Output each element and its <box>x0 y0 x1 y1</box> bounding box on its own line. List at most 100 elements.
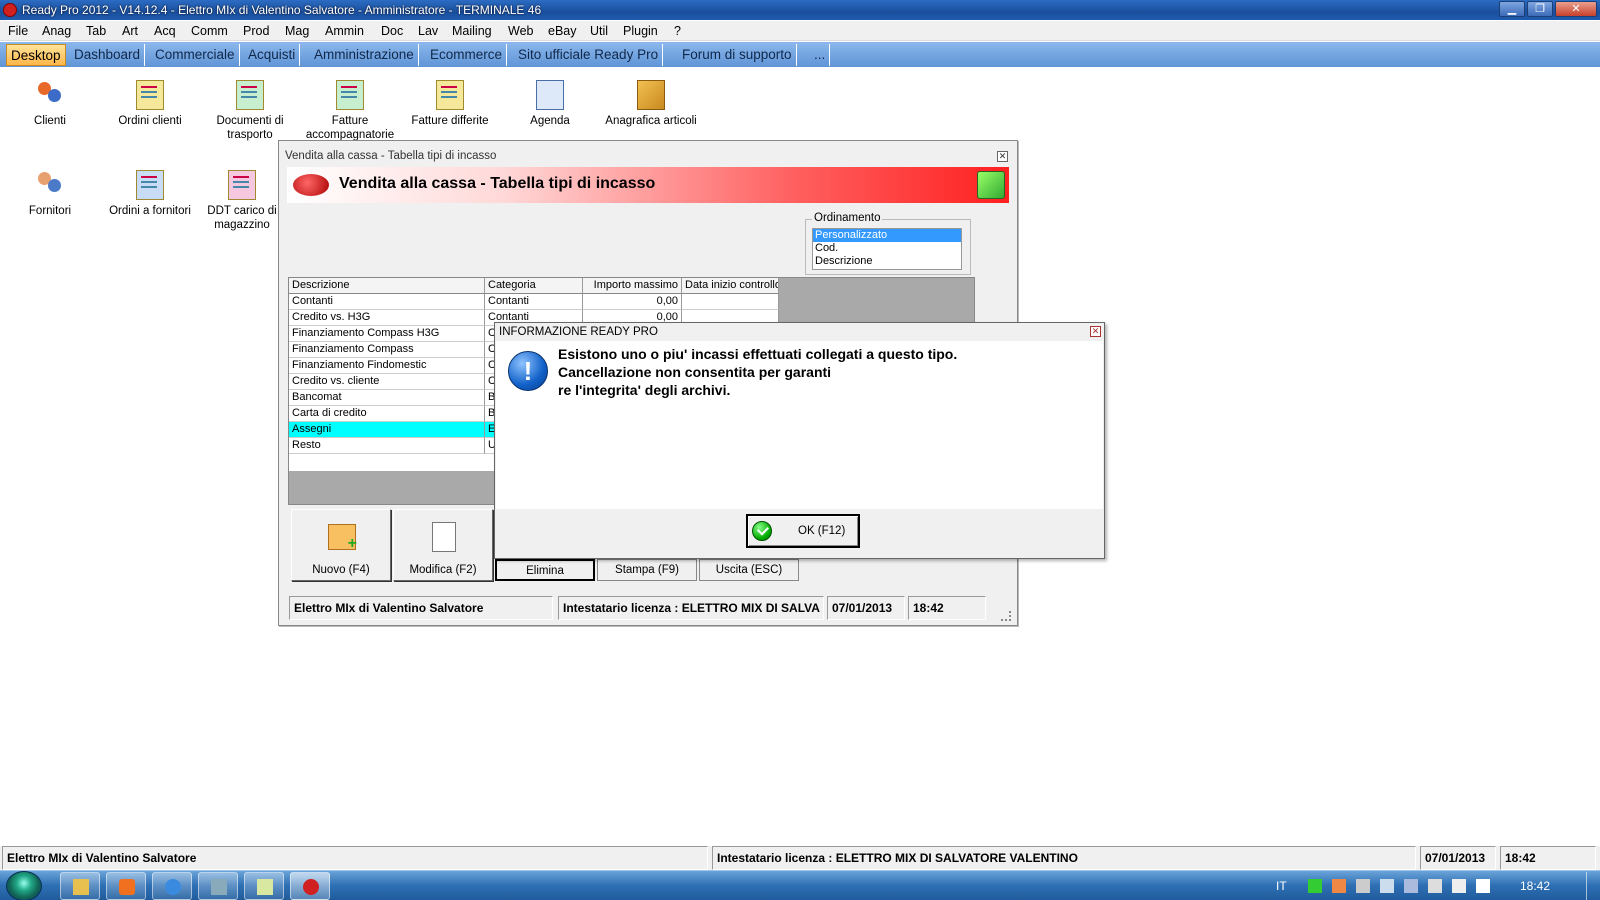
resize-grip[interactable] <box>1001 611 1011 621</box>
title-bar[interactable]: Ready Pro 2012 - V14.12.4 - Elettro MIx … <box>0 0 1600 20</box>
desktop-icon-ordini-fornitori[interactable]: Ordini a fornitori <box>104 170 196 218</box>
desktop-icon-fatture-accompagnatorie[interactable]: Fatture accompagnatorie <box>304 80 396 142</box>
document-icon <box>228 170 256 200</box>
volume-muted-icon[interactable] <box>1332 879 1346 893</box>
taskbar-explorer[interactable] <box>60 872 100 900</box>
status-time: 18:42 <box>908 596 986 620</box>
column-header-descrizione[interactable]: Descrizione <box>289 278 485 294</box>
security-icon[interactable] <box>1308 879 1322 893</box>
close-icon[interactable]: ✕ <box>997 151 1008 162</box>
menu-mag[interactable]: Mag <box>285 24 309 38</box>
menu-acq[interactable]: Acq <box>154 24 176 38</box>
edit-button[interactable]: Modifica (F2) <box>393 509 493 581</box>
maximize-button[interactable]: ❐ <box>1527 1 1553 17</box>
taskbar-internet-explorer[interactable] <box>152 872 192 900</box>
bluetooth-icon[interactable] <box>1404 879 1418 893</box>
app-icon[interactable] <box>3 3 17 17</box>
table-cell[interactable]: Finanziamento Compass H3G <box>289 326 485 342</box>
table-cell[interactable]: 0,00 <box>583 294 682 310</box>
tab-acquisti[interactable]: Acquisti <box>244 44 301 66</box>
ordinamento-option[interactable]: Personalizzato <box>813 229 961 242</box>
minimize-button[interactable]: ▁ <box>1499 1 1525 17</box>
delete-button[interactable]: Elimina <box>495 559 595 581</box>
desktop-icon-fatture-differite[interactable]: Fatture differite <box>404 80 496 128</box>
calendar-icon <box>536 80 564 110</box>
menu-doc[interactable]: Doc <box>381 24 403 38</box>
menu-comm[interactable]: Comm <box>191 24 228 38</box>
ok-button[interactable]: OK (F12) <box>746 514 860 548</box>
menu-mailing[interactable]: Mailing <box>452 24 492 38</box>
menu-web[interactable]: Web <box>508 24 533 38</box>
device-icon[interactable] <box>1356 879 1370 893</box>
tab-commerciale[interactable]: Commerciale <box>151 44 240 66</box>
menu-help[interactable]: ? <box>674 24 681 38</box>
tab-sito-ufficiale[interactable]: Sito ufficiale Ready Pro <box>514 44 664 66</box>
table-cell[interactable]: Credito vs. cliente <box>289 374 485 390</box>
tab-ecommerce[interactable]: Ecommerce <box>426 44 508 66</box>
window-title: Ready Pro 2012 - V14.12.4 - Elettro MIx … <box>22 3 542 17</box>
column-header-data[interactable]: Data inizio controllo <box>682 278 779 294</box>
table-cell[interactable]: Contanti <box>289 294 485 310</box>
signal-icon[interactable] <box>1428 879 1442 893</box>
menu-prod[interactable]: Prod <box>243 24 269 38</box>
table-cell[interactable]: Bancomat <box>289 390 485 406</box>
language-indicator[interactable]: IT <box>1276 879 1287 893</box>
ordinamento-option[interactable]: Cod. <box>813 242 961 255</box>
network-icon[interactable] <box>1380 879 1394 893</box>
close-icon[interactable]: ✕ <box>1090 326 1101 337</box>
exit-button[interactable]: Uscita (ESC) <box>699 559 799 581</box>
desktop-icon-clienti[interactable]: Clienti <box>4 80 96 128</box>
desktop-icon-documenti-trasporto[interactable]: Documenti di trasporto <box>204 80 296 142</box>
ordinamento-option[interactable]: Descrizione <box>813 255 961 268</box>
table-cell[interactable]: Resto <box>289 438 485 454</box>
add-icon: + <box>328 524 357 552</box>
tab-more[interactable]: ... <box>810 44 831 66</box>
table-cell[interactable]: Credito vs. H3G <box>289 310 485 326</box>
tab-dashboard[interactable]: Dashboard <box>70 44 146 66</box>
ordinamento-list[interactable]: Personalizzato Cod. Descrizione <box>812 228 962 270</box>
taskbar-media-player[interactable] <box>106 872 146 900</box>
media-player-icon <box>119 879 135 895</box>
taskbar-files[interactable] <box>244 872 284 900</box>
window-banner: Vendita alla cassa - Tabella tipi di inc… <box>287 167 1009 203</box>
folder-icon <box>73 879 89 895</box>
desktop-icon-ddt-carico[interactable]: DDT carico di magazzino <box>204 170 280 232</box>
start-button[interactable] <box>6 871 42 900</box>
menu-ammin[interactable]: Ammin <box>325 24 364 38</box>
menu-lav[interactable]: Lav <box>418 24 438 38</box>
info-icon: ! <box>508 351 548 391</box>
table-cell[interactable]: Finanziamento Compass <box>289 342 485 358</box>
show-desktop-button[interactable] <box>1586 872 1600 900</box>
taskbar-clock[interactable]: 18:42 <box>1520 879 1550 893</box>
column-header-categoria[interactable]: Categoria <box>485 278 583 294</box>
tab-desktop[interactable]: Desktop <box>6 44 66 66</box>
desktop-icon-anagrafica-articoli[interactable]: Anagrafica articoli <box>604 80 698 128</box>
desktop-icon-fornitori[interactable]: Fornitori <box>4 170 96 218</box>
flag-icon[interactable] <box>1476 879 1490 893</box>
table-cell[interactable]: Assegni <box>289 422 485 438</box>
menu-plugin[interactable]: Plugin <box>623 24 658 38</box>
status-license: Intestatario licenza : ELETTRO MIX DI SA… <box>712 846 1416 870</box>
column-header-importo[interactable]: Importo massimo <box>583 278 682 294</box>
desktop-icon-agenda[interactable]: Agenda <box>504 80 596 128</box>
tab-amministrazione[interactable]: Amministrazione <box>310 44 419 66</box>
table-cell[interactable]: Finanziamento Findomestic <box>289 358 485 374</box>
menu-util[interactable]: Util <box>590 24 608 38</box>
menu-file[interactable]: File <box>8 24 28 38</box>
table-cell[interactable] <box>682 294 779 310</box>
tab-forum[interactable]: Forum di supporto <box>678 44 797 66</box>
menu-tab[interactable]: Tab <box>86 24 106 38</box>
table-cell[interactable]: Carta di credito <box>289 406 485 422</box>
invoice-icon <box>336 80 364 110</box>
speaker-icon[interactable] <box>1452 879 1466 893</box>
print-button[interactable]: Stampa (F9) <box>597 559 697 581</box>
menu-ebay[interactable]: eBay <box>548 24 577 38</box>
close-button[interactable]: ✕ <box>1555 1 1597 17</box>
taskbar-network[interactable] <box>198 872 238 900</box>
taskbar-ready-pro[interactable] <box>290 872 330 900</box>
menu-art[interactable]: Art <box>122 24 138 38</box>
desktop-icon-ordini-clienti[interactable]: Ordini clienti <box>104 80 196 128</box>
table-cell[interactable]: Contanti <box>485 294 583 310</box>
new-button[interactable]: + Nuovo (F4) <box>291 509 391 581</box>
menu-anag[interactable]: Anag <box>42 24 71 38</box>
